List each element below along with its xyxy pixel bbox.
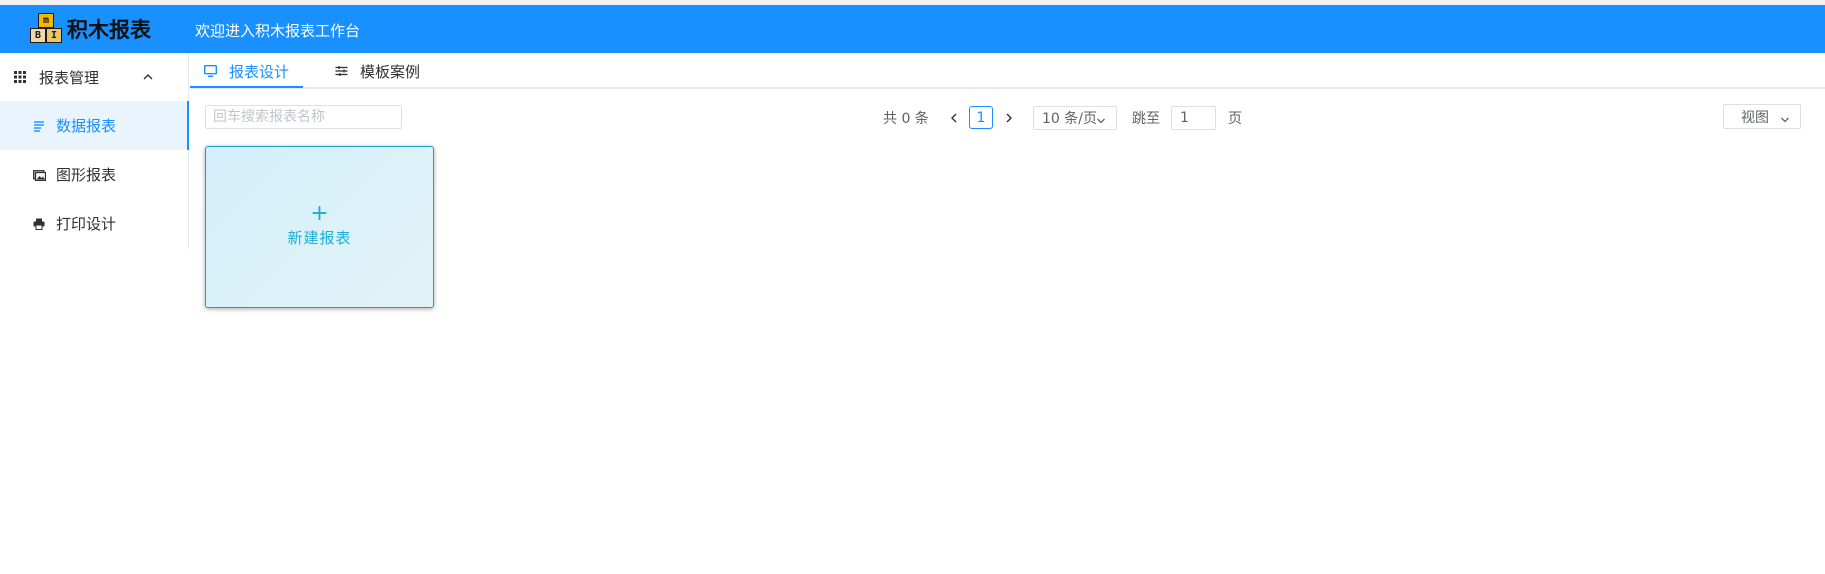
logo-blocks-icon: m B I	[30, 13, 64, 45]
sidebar-item-chart-report[interactable]: 图形报表	[0, 150, 188, 199]
chevron-down-icon	[1780, 113, 1790, 129]
printer-icon	[32, 217, 46, 231]
pagination-page-word: 页	[1228, 111, 1242, 127]
tab-label: 报表设计	[229, 62, 290, 81]
sidebar-group-report-management[interactable]: 报表管理	[0, 53, 188, 101]
page-size-select[interactable]: 10 条/页	[1033, 106, 1117, 130]
app-logo[interactable]: m B I 积木报表	[30, 13, 151, 45]
logo-block-bottom-left: B	[30, 28, 46, 43]
new-report-card[interactable]: + 新建报表	[205, 146, 434, 308]
pagination-total: 共 0 条	[883, 111, 929, 127]
page-size-value: 10 条/页	[1042, 111, 1097, 127]
chevron-down-icon	[1096, 114, 1106, 130]
tab-bar: 报表设计 模板案例	[190, 53, 1825, 89]
sidebar-item-print-design[interactable]: 打印设计	[0, 199, 188, 248]
view-dropdown-button[interactable]: 视图	[1723, 104, 1801, 129]
sidebar-item-label: 数据报表	[56, 117, 117, 135]
chevron-left-icon[interactable]	[948, 106, 960, 130]
sidebar-item-data-report[interactable]: 数据报表	[0, 101, 189, 150]
logo-text: 积木报表	[67, 18, 151, 42]
view-button-label: 视图	[1741, 109, 1769, 126]
app-header: m B I 积木报表 欢迎进入积木报表工作台	[0, 5, 1825, 53]
sliders-icon	[335, 65, 348, 77]
sidebar-item-label: 打印设计	[56, 215, 117, 233]
tab-template-cases[interactable]: 模板案例	[335, 53, 420, 89]
chevron-up-icon[interactable]	[142, 69, 154, 87]
tab-report-design[interactable]: 报表设计	[204, 53, 289, 89]
sidebar: 报表管理 数据报表 图形报表 打印设计	[0, 53, 189, 249]
sidebar-group-label: 报表管理	[39, 68, 100, 87]
jump-page-input[interactable]	[1171, 106, 1216, 130]
chevron-right-icon[interactable]	[1003, 106, 1015, 130]
new-report-label: 新建报表	[287, 228, 352, 247]
search-input[interactable]	[205, 105, 402, 129]
welcome-text: 欢迎进入积木报表工作台	[195, 22, 361, 40]
active-tab-indicator	[190, 86, 303, 88]
image-icon	[32, 168, 46, 182]
monitor-icon	[204, 65, 217, 77]
logo-block-top: m	[38, 13, 54, 28]
grid-icon	[14, 71, 26, 83]
pagination-jump-label: 跳至	[1132, 111, 1160, 127]
tab-label: 模板案例	[360, 62, 421, 81]
sidebar-item-label: 图形报表	[56, 166, 117, 184]
list-icon	[32, 119, 46, 133]
pagination-current-page[interactable]: 1	[969, 106, 993, 129]
logo-block-bottom-right: I	[46, 28, 62, 43]
plus-icon: +	[310, 200, 329, 226]
